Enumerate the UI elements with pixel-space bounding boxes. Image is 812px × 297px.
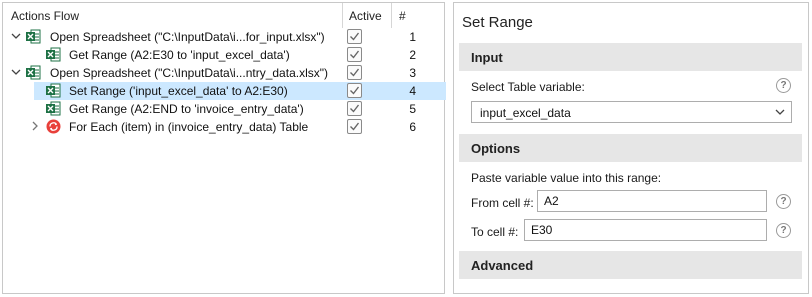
active-checkbox[interactable] <box>347 101 362 116</box>
active-checkbox[interactable] <box>347 119 362 134</box>
flow-row-label: For Each (item) in (invoice_entry_data) … <box>69 120 309 134</box>
row-number: 3 <box>409 66 416 80</box>
flow-row-6[interactable]: For Each (item) in (invoice_entry_data) … <box>3 118 444 136</box>
loop-icon <box>46 119 61 134</box>
section-header-advanced[interactable]: Advanced <box>459 251 802 279</box>
to-cell-input[interactable] <box>524 219 767 241</box>
column-divider[interactable] <box>391 3 392 28</box>
help-icon[interactable]: ? <box>776 78 791 93</box>
active-checkbox[interactable] <box>347 47 362 62</box>
column-header-number[interactable]: # <box>399 9 406 23</box>
row-number: 6 <box>409 120 416 134</box>
flow-header: Actions Flow Active # <box>3 3 444 28</box>
chevron-down-icon <box>775 109 785 115</box>
chevron-down-icon[interactable] <box>11 67 21 77</box>
from-cell-label: From cell #: <box>471 196 534 210</box>
active-checkbox[interactable] <box>347 65 362 80</box>
column-header-active[interactable]: Active <box>349 9 382 23</box>
flow-row-label: Open Spreadsheet ("C:\InputData\i...ntry… <box>50 66 328 80</box>
flow-row-label: Get Range (A2:E30 to 'input_excel_data') <box>69 48 290 62</box>
excel-icon <box>46 101 61 116</box>
row-number: 5 <box>409 102 416 116</box>
flow-row-1[interactable]: Open Spreadsheet ("C:\InputData\i...for_… <box>3 28 444 46</box>
active-checkbox[interactable] <box>347 83 362 98</box>
properties-title: Set Range <box>462 14 533 31</box>
to-cell-label: To cell #: <box>471 225 519 239</box>
table-variable-label: Select Table variable: <box>471 80 585 94</box>
flow-row-4-selected[interactable]: Set Range ('input_excel_data' to A2:E30)… <box>3 82 446 100</box>
help-icon[interactable]: ? <box>776 194 791 209</box>
table-variable-value: input_excel_data <box>480 106 571 120</box>
column-header-actions-flow[interactable]: Actions Flow <box>11 9 79 23</box>
from-cell-input[interactable] <box>537 190 767 212</box>
excel-icon <box>46 83 61 98</box>
flow-row-2[interactable]: Get Range (A2:E30 to 'input_excel_data')… <box>3 46 444 64</box>
excel-icon <box>26 29 41 44</box>
help-icon[interactable]: ? <box>776 223 791 238</box>
excel-icon <box>26 65 41 80</box>
flow-row-5[interactable]: Get Range (A2:END to 'invoice_entry_data… <box>3 100 444 118</box>
row-number: 1 <box>409 30 416 44</box>
paste-range-label: Paste variable value into this range: <box>471 171 662 185</box>
chevron-right-icon[interactable] <box>30 121 40 131</box>
column-divider[interactable] <box>342 3 343 28</box>
row-number: 2 <box>409 48 416 62</box>
row-number: 4 <box>409 84 416 98</box>
chevron-down-icon[interactable] <box>11 31 21 41</box>
table-variable-select[interactable]: input_excel_data <box>471 101 792 123</box>
excel-icon <box>46 47 61 62</box>
flow-row-label: Get Range (A2:END to 'invoice_entry_data… <box>69 102 304 116</box>
active-checkbox[interactable] <box>347 29 362 44</box>
properties-panel: Set Range Input Select Table variable: ?… <box>453 2 809 294</box>
section-header-input[interactable]: Input <box>459 43 802 71</box>
section-header-options[interactable]: Options <box>459 134 802 162</box>
actions-flow-panel: Actions Flow Active # Open Spreadsheet (… <box>2 2 446 294</box>
flow-row-label: Open Spreadsheet ("C:\InputData\i...for_… <box>50 30 325 44</box>
flow-row-label: Set Range ('input_excel_data' to A2:E30) <box>69 84 288 98</box>
flow-row-3[interactable]: Open Spreadsheet ("C:\InputData\i...ntry… <box>3 64 444 82</box>
